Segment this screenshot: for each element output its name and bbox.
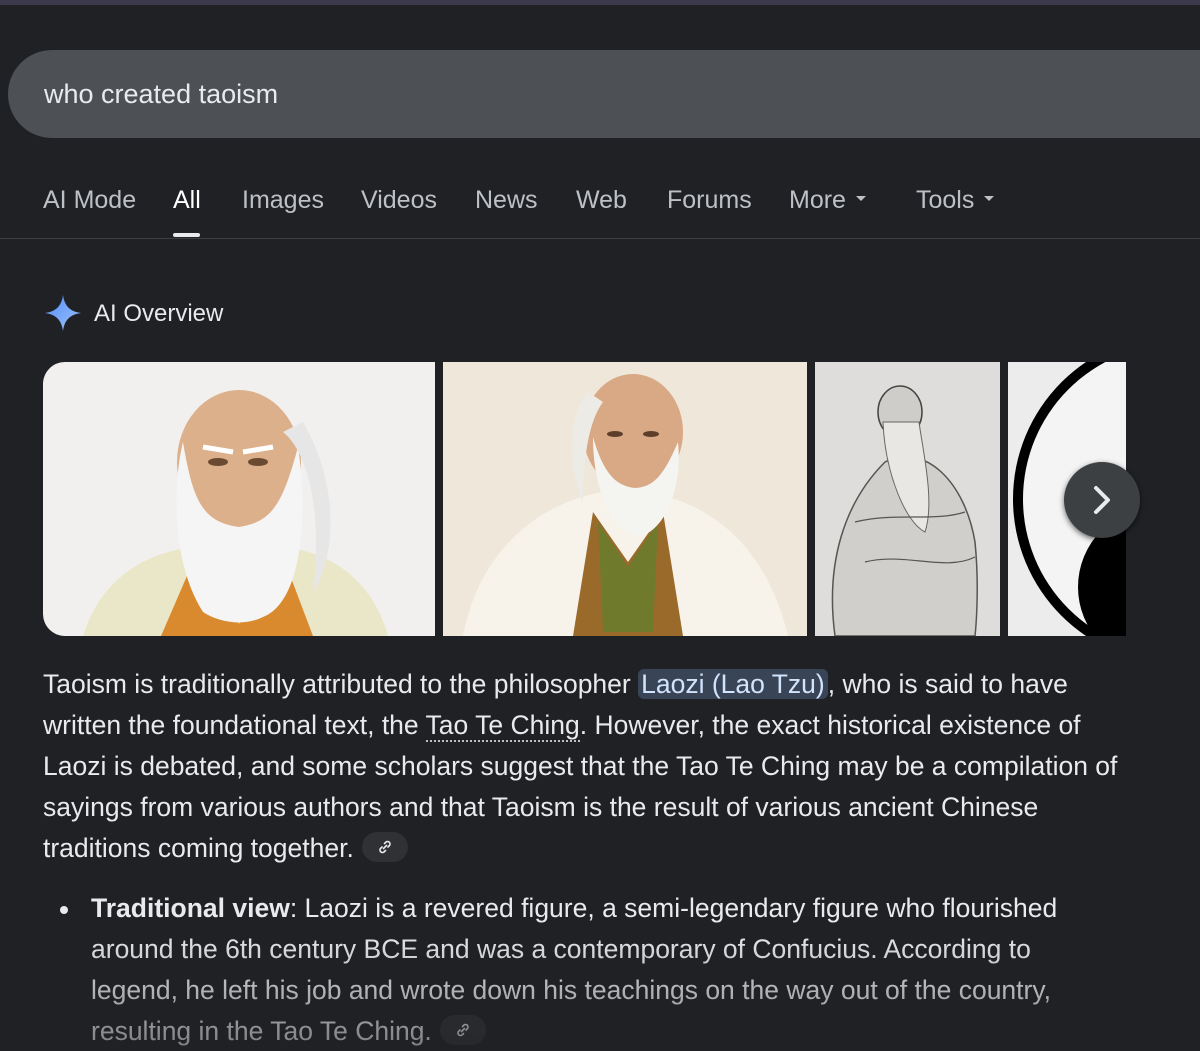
laozi-portrait-image[interactable]	[43, 362, 435, 636]
laozi-sketch-image[interactable]	[815, 362, 1000, 636]
tab-videos[interactable]: Videos	[361, 186, 437, 215]
chevron-down-icon	[984, 195, 995, 201]
link-icon	[457, 1023, 469, 1037]
tao-te-ching-link[interactable]: Tao Te Ching	[425, 710, 580, 742]
tab-tools[interactable]: Tools	[916, 186, 995, 215]
tab-more[interactable]: More	[789, 186, 866, 215]
ai-overview-title: AI Overview	[94, 300, 224, 327]
bullet-dot	[60, 906, 68, 914]
tab-all[interactable]: All	[173, 186, 201, 215]
list-item: Traditional view: Laozi is a revered fig…	[91, 888, 1121, 1051]
active-tab-indicator	[173, 233, 200, 237]
tab-images[interactable]: Images	[242, 186, 324, 215]
search-bar[interactable]	[8, 50, 1200, 138]
search-input[interactable]	[44, 50, 1144, 138]
tab-web[interactable]: Web	[576, 186, 627, 215]
carousel-next-button[interactable]	[1064, 462, 1140, 538]
tab-ai-mode[interactable]: AI Mode	[43, 186, 136, 215]
tab-tools-label: Tools	[916, 186, 975, 214]
top-accent-strip	[0, 0, 1200, 5]
link-icon	[379, 840, 391, 854]
source-link-button[interactable]	[361, 832, 408, 862]
tab-more-label: More	[789, 186, 846, 214]
laozi-highlight-link[interactable]: Laozi (Lao Tzu)	[638, 669, 828, 699]
laozi-illustration-image[interactable]	[443, 362, 807, 636]
bullet-bold-label: Traditional view	[91, 893, 290, 923]
paragraph-text-1: Taoism is traditionally attributed to th…	[43, 669, 639, 699]
source-link-button[interactable]	[439, 1015, 486, 1045]
tab-news[interactable]: News	[475, 186, 538, 215]
tab-forums[interactable]: Forums	[667, 186, 752, 215]
ai-overview-paragraph: Taoism is traditionally attributed to th…	[43, 664, 1143, 869]
sparkle-icon	[45, 295, 81, 331]
search-tabs: AI Mode All Images Videos News Web Forum…	[0, 170, 1200, 239]
chevron-down-icon	[855, 195, 866, 201]
chevron-right-icon	[1094, 486, 1110, 514]
